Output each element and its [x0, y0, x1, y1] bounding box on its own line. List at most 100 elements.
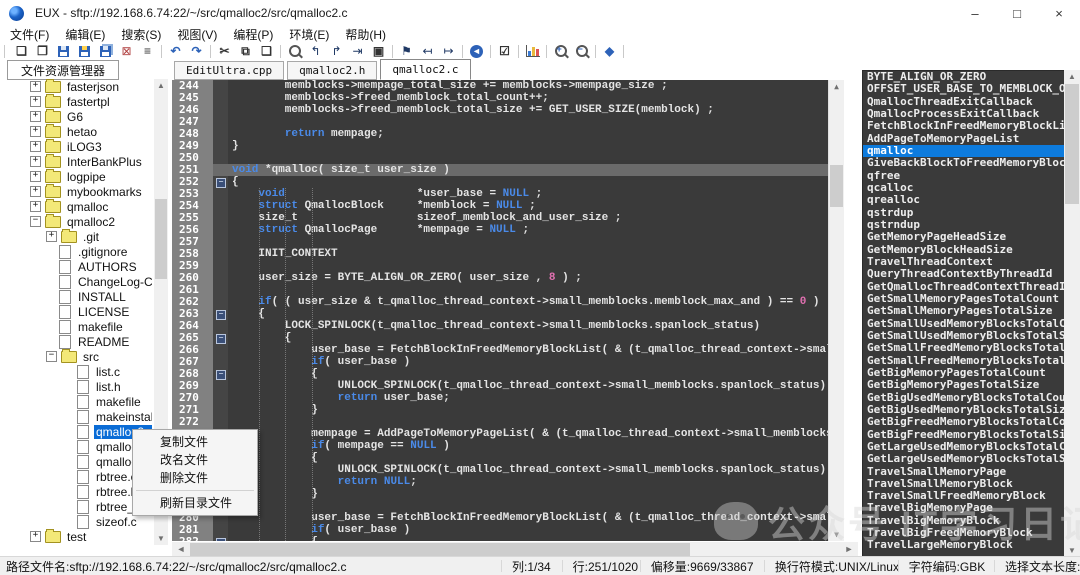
tree-item-fastertpl[interactable]: +fastertpl	[0, 94, 152, 109]
tree-item-install[interactable]: INSTALL	[0, 289, 152, 304]
symbol-item-getsmallusedmemoryblockstotalsize[interactable]: GetSmallUsedMemoryBlocksTotalSize	[863, 330, 1064, 342]
bookmark-icon[interactable]: ⚑	[396, 43, 417, 60]
tree-item-logpipe[interactable]: +logpipe	[0, 169, 152, 184]
tree-item-makefile[interactable]: makefile	[0, 319, 152, 334]
code-line-246[interactable]: 246 memblocks->freed_memblock_total_size…	[172, 104, 844, 116]
code-line-273[interactable]: 273 mempage = AddPageToMemoryPageList( &…	[172, 428, 844, 440]
menu-item-s[interactable]: 搜索(S)	[113, 26, 169, 43]
fold-marker-icon[interactable]: −	[216, 538, 226, 541]
code-line-253[interactable]: 253 void *user_base = NULL ;	[172, 188, 844, 200]
tree-item-test[interactable]: +test	[0, 529, 152, 544]
symbol-item-getsmallmemorypagestotalsize[interactable]: GetSmallMemoryPagesTotalSize	[863, 305, 1064, 317]
tree-item-readme[interactable]: README	[0, 334, 152, 349]
symbol-item-qfree[interactable]: qfree	[863, 170, 1064, 182]
compare-icon[interactable]: ◆	[599, 43, 620, 60]
save-all-icon[interactable]	[95, 43, 116, 60]
symbol-item-qcalloc[interactable]: qcalloc	[863, 182, 1064, 194]
symbols-scrollbar[interactable]: ▲ ▼	[1064, 70, 1080, 557]
code-line-256[interactable]: 256 struct QmallocPage *mempage = NULL ;	[172, 224, 844, 236]
tree-item-interbankplus[interactable]: +InterBankPlus	[0, 154, 152, 169]
tree-item-list-h[interactable]: list.h	[0, 379, 152, 394]
code-line-270[interactable]: 270 return user_base;	[172, 392, 844, 404]
code-line-275[interactable]: 275 {	[172, 452, 844, 464]
symbol-item-offset-user-base-to-memblock-or-n[interactable]: OFFSET_USER_BASE_TO_MEMBLOCK_OR_N	[863, 83, 1064, 95]
symbol-item-getsmallfreedmemoryblockstotalsiz[interactable]: GetSmallFreedMemoryBlocksTotalSiz	[863, 355, 1064, 367]
code-line-249[interactable]: 249}	[172, 140, 844, 152]
code-line-276[interactable]: 276 UNLOCK_SPINLOCK(t_qmalloc_thread_con…	[172, 464, 844, 476]
symbol-item-getsmallmemorypagestotalcount[interactable]: GetSmallMemoryPagesTotalCount	[863, 293, 1064, 305]
symbol-item-qmallocprocessexitcallback[interactable]: QmallocProcessExitCallback	[863, 108, 1064, 120]
goto-line-icon[interactable]: ⇥	[347, 43, 368, 60]
code-line-272[interactable]: 272	[172, 416, 844, 428]
close-file-icon[interactable]: ⊠	[116, 43, 137, 60]
collapse-icon[interactable]: −	[30, 216, 41, 227]
tree-item-qmalloc2[interactable]: qmalloc2.	[0, 439, 152, 454]
maximize-button[interactable]: □	[996, 0, 1038, 26]
expand-icon[interactable]: +	[30, 81, 41, 92]
scroll-left-icon[interactable]: ◄	[174, 542, 188, 557]
symbol-item-getbigusedmemoryblockstotalsize[interactable]: GetBigUsedMemoryBlocksTotalSize	[863, 404, 1064, 416]
symbol-item-getbigfreedmemoryblockstotalcount[interactable]: GetBigFreedMemoryBlocksTotalCount	[863, 416, 1064, 428]
symbol-item-qstrndup[interactable]: qstrndup	[863, 219, 1064, 231]
minimize-button[interactable]: –	[954, 0, 996, 26]
code-editor[interactable]: ▲ ▼ 244 memblocks->mempage_total_size +=…	[172, 80, 844, 541]
symbol-item-travelbigfreedmemoryblock[interactable]: TravelBigFreedMemoryBlock	[863, 527, 1064, 539]
expand-icon[interactable]: +	[30, 531, 41, 542]
editor-hscrollbar[interactable]: ◄ ►	[172, 542, 858, 557]
symbol-item-getmemoryblockheadsize[interactable]: GetMemoryBlockHeadSize	[863, 244, 1064, 256]
menu-item-f[interactable]: 文件(F)	[2, 26, 57, 43]
tree-item-authors[interactable]: AUTHORS	[0, 259, 152, 274]
tree-item-src[interactable]: −src	[0, 349, 152, 364]
symbol-item-qstrdup[interactable]: qstrdup	[863, 207, 1064, 219]
code-line-247[interactable]: 247	[172, 116, 844, 128]
fold-marker-icon[interactable]: −	[216, 178, 226, 188]
context-menu-item-item[interactable]: 改名文件	[133, 451, 257, 469]
code-line-251[interactable]: 251void *qmalloc( size_t user_size )	[172, 164, 844, 176]
code-line-279[interactable]: 279	[172, 500, 844, 512]
menu-item-v[interactable]: 视图(V)	[169, 26, 225, 43]
symbol-item-getqmallocthreadcontextthreadid[interactable]: GetQmallocThreadContextThreadId	[863, 281, 1064, 293]
expand-icon[interactable]: +	[30, 201, 41, 212]
code-line-257[interactable]: 257	[172, 236, 844, 248]
context-menu-item-item[interactable]: 刷新目录文件	[133, 494, 257, 512]
todo-list-icon[interactable]: ☑	[494, 43, 515, 60]
new-file-icon[interactable]: ❏	[11, 43, 32, 60]
expand-icon[interactable]: +	[30, 141, 41, 152]
code-line-267[interactable]: 267 if( user_base )	[172, 356, 844, 368]
scroll-up-icon[interactable]: ▲	[1064, 70, 1080, 83]
symbol-item-querythreadcontextbythreadid[interactable]: QueryThreadContextByThreadId	[863, 268, 1064, 280]
code-line-281[interactable]: 281 if( user_base )	[172, 524, 844, 536]
symbol-item-getbigmemorypagestotalcount[interactable]: GetBigMemoryPagesTotalCount	[863, 367, 1064, 379]
file-list-icon[interactable]: ≡	[137, 43, 158, 60]
back-icon[interactable]: ◄	[466, 43, 487, 60]
symbol-item-travelsmallmemorypage[interactable]: TravelSmallMemoryPage	[863, 466, 1064, 478]
code-line-259[interactable]: 259	[172, 260, 844, 272]
symbol-item-travelbigmemoryblock[interactable]: TravelBigMemoryBlock	[863, 515, 1064, 527]
tree-item-qmalloc2[interactable]: qmalloc2_	[0, 454, 152, 469]
code-line-263[interactable]: 263− {	[172, 308, 844, 320]
tree-item-rbtree-h[interactable]: rbtree.h	[0, 484, 152, 499]
code-line-261[interactable]: 261	[172, 284, 844, 296]
context-menu-item-item[interactable]: 删除文件	[133, 469, 257, 487]
open-file-icon[interactable]: ❐	[32, 43, 53, 60]
symbol-item-travellargememoryblock[interactable]: TravelLargeMemoryBlock	[863, 539, 1064, 551]
statistics-chart-icon[interactable]	[522, 43, 543, 60]
symbol-item-getbigfreedmemoryblockstotalsize[interactable]: GetBigFreedMemoryBlocksTotalSize	[863, 429, 1064, 441]
expand-icon[interactable]: +	[30, 111, 41, 122]
expand-icon[interactable]: +	[30, 171, 41, 182]
symbol-item-byte-align-or-zero[interactable]: BYTE_ALIGN_OR_ZERO	[863, 71, 1064, 83]
tree-item-changelog-cn[interactable]: ChangeLog-CN	[0, 274, 152, 289]
symbol-item-travelsmallfreedmemoryblock[interactable]: TravelSmallFreedMemoryBlock	[863, 490, 1064, 502]
fold-marker-icon[interactable]: −	[216, 334, 226, 344]
tab-qmalloc2-c[interactable]: qmalloc2.c	[380, 59, 470, 80]
symbol-item-getbigusedmemoryblockstotalcount[interactable]: GetBigUsedMemoryBlocksTotalCount	[863, 392, 1064, 404]
code-line-265[interactable]: 265− {	[172, 332, 844, 344]
code-line-282[interactable]: 282− {	[172, 536, 844, 541]
code-line-252[interactable]: 252−{	[172, 176, 844, 188]
tree-item-git[interactable]: +.git	[0, 229, 152, 244]
expand-icon[interactable]: +	[30, 126, 41, 137]
scroll-thumb[interactable]	[155, 199, 167, 279]
scroll-right-icon[interactable]: ►	[842, 542, 856, 557]
code-line-262[interactable]: 262 if( ( user_size & t_qmalloc_thread_c…	[172, 296, 844, 308]
code-line-269[interactable]: 269 UNLOCK_SPINLOCK(t_qmalloc_thread_con…	[172, 380, 844, 392]
